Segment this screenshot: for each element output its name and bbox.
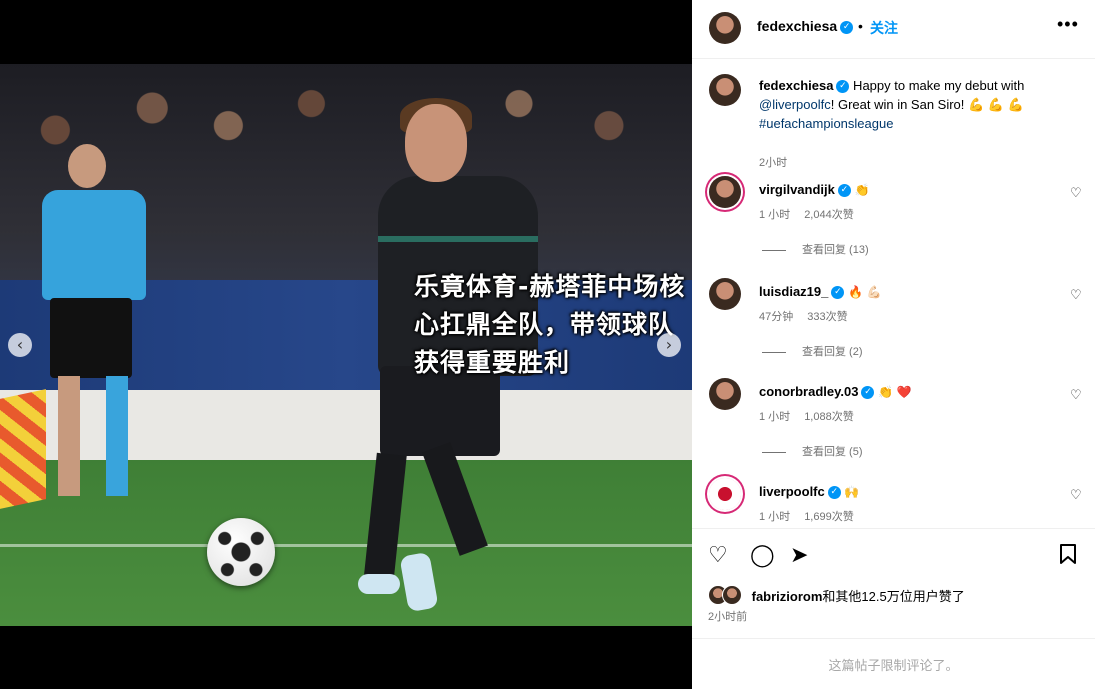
view-replies-label: 查看回复 (13) (802, 244, 869, 256)
comment-line: luisdiaz19_ ✓ 🔥 💪🏻 (759, 284, 882, 300)
caption-body-2: ! Great win in San Siro! 💪 💪 💪 (830, 97, 1024, 112)
like-icon[interactable]: ♡ (708, 543, 728, 568)
comment-meta: 1 小时 2,044次赞 (759, 206, 868, 222)
author-username-text: fedexchiesa (757, 18, 838, 34)
referee-figure (20, 144, 160, 524)
comment-likes[interactable]: 333次赞 (807, 311, 847, 323)
comment-like-icon[interactable]: ♡ (1070, 288, 1082, 303)
author-username[interactable]: fedexchiesa ✓ (757, 18, 854, 34)
post-header: fedexchiesa ✓ • 关注 ••• (692, 0, 1095, 59)
comment-line: liverpoolfc ✓ 🙌 (759, 484, 860, 500)
likes-summary[interactable]: fabriziorom和其他12.5万位用户赞了 (708, 585, 965, 605)
commenter-username[interactable]: virgilvandijk (759, 182, 835, 197)
media-panel: 乐竟体育-赫塔菲中场核心扛鼎全队，带领球队获得重要胜利 ‹ › (0, 0, 692, 689)
share-icon[interactable]: ➤ (790, 543, 808, 568)
comment-time: 1 小时 (759, 511, 791, 523)
side-panel: fedexchiesa ✓ • 关注 ••• fedexchiesa ✓ Happy… (692, 0, 1095, 689)
commenter-username[interactable]: conorbradley.03 (759, 384, 858, 399)
commenter-avatar[interactable] (709, 378, 741, 410)
likes-count-text: 和其他12.5万位用户赞了 (822, 588, 965, 604)
comments-list[interactable]: fedexchiesa ✓ Happy to make my debut with… (692, 58, 1095, 528)
comment-like-icon[interactable]: ♡ (1070, 388, 1082, 403)
comment-time: 1 小时 (759, 411, 791, 423)
verified-icon: ✓ (836, 80, 850, 94)
caption-time: 2小时 (759, 157, 788, 169)
comment-likes[interactable]: 1,699次赞 (804, 511, 854, 523)
mention-link[interactable]: @liverpoolfc (759, 97, 831, 112)
view-replies-button[interactable]: 查看回复 (5) (762, 443, 863, 459)
verified-icon: ✓ (831, 286, 845, 300)
comment-item: liverpoolfc ✓ 🙌 1 小时 1,699次赞 ♡ (709, 478, 1082, 528)
comment-text: 🔥 💪🏻 (848, 285, 882, 299)
caption-body-1: Happy to make my debut with (849, 78, 1025, 93)
verified-icon: ✓ (837, 184, 851, 198)
verified-icon: ✓ (861, 386, 875, 400)
caption-avatar[interactable] (709, 74, 741, 106)
follow-button[interactable]: 关注 (870, 18, 898, 38)
comment-item: conorbradley.03 ✓ 👏 ❤️ 1 小时 1,088次赞 查看回复 (… (709, 378, 1082, 464)
more-options-icon[interactable]: ••• (1057, 14, 1079, 35)
comment-meta: 1 小时 1,088次赞 (759, 408, 868, 424)
chevron-right-icon: › (665, 335, 673, 354)
comment-like-icon[interactable]: ♡ (1070, 488, 1082, 503)
comment-time: 1 小时 (759, 209, 791, 221)
commenter-avatar[interactable] (709, 278, 741, 310)
post-actions: ♡ ◯ ➤ fabriziorom和其他12.5万位用户赞了 2小时前 (692, 528, 1095, 639)
comment-icon[interactable]: ◯ (750, 543, 775, 568)
view-replies-button[interactable]: 查看回复 (2) (762, 343, 863, 359)
view-replies-label: 查看回复 (5) (802, 446, 863, 458)
comment-line: conorbradley.03 ✓ 👏 ❤️ (759, 384, 912, 400)
caption-username[interactable]: fedexchiesa (759, 78, 833, 93)
comment-like-icon[interactable]: ♡ (1070, 186, 1082, 201)
separator-dot: • (858, 18, 863, 34)
comment-meta: 1 小时 1,699次赞 (759, 508, 868, 524)
football (207, 518, 275, 586)
view-replies-button[interactable]: 查看回复 (13) (762, 241, 869, 257)
comment-line: virgilvandijk ✓ 👏 (759, 182, 870, 198)
carousel-next-button[interactable]: › (657, 333, 681, 357)
verified-icon: ✓ (827, 486, 841, 500)
post-time: 2小时前 (708, 611, 748, 623)
comment-text: 👏 (854, 183, 870, 197)
liker-username[interactable]: fabriziorom (752, 589, 823, 604)
comment-likes[interactable]: 2,044次赞 (804, 209, 854, 221)
commenter-username[interactable]: liverpoolfc (759, 484, 825, 499)
overlay-headline: 乐竟体育-赫塔菲中场核心扛鼎全队，带领球队获得重要胜利 (414, 272, 686, 377)
comment-time: 47分钟 (759, 311, 794, 323)
comment-meta: 47分钟 333次赞 (759, 308, 862, 324)
bookmark-icon[interactable] (1058, 543, 1078, 571)
carousel-prev-button[interactable]: ‹ (8, 333, 32, 357)
caption-text: fedexchiesa ✓ Happy to make my debut with… (759, 76, 1059, 133)
liker-avatar (722, 585, 742, 605)
commenter-avatar[interactable] (709, 478, 741, 510)
comment-text: 👏 ❤️ (878, 385, 912, 399)
commenter-username[interactable]: luisdiaz19_ (759, 284, 828, 299)
comment-likes[interactable]: 1,088次赞 (804, 411, 854, 423)
verified-icon: ✓ (840, 20, 854, 34)
view-replies-label: 查看回复 (2) (802, 346, 863, 358)
pitch-line (0, 544, 692, 547)
author-avatar[interactable] (709, 12, 741, 44)
comment-item: virgilvandijk ✓ 👏 1 小时 2,044次赞 查看回复 (13) ♡ (709, 176, 1082, 262)
comment-text: 🙌 (844, 485, 860, 499)
comment-item: luisdiaz19_ ✓ 🔥 💪🏻 47分钟 333次赞 查看回复 (2) ♡ (709, 278, 1082, 364)
hashtag-link[interactable]: #uefachampionsleague (759, 116, 893, 131)
commenter-avatar[interactable] (709, 176, 741, 208)
comments-limited-notice: 这篇帖子限制评论了。 (692, 638, 1095, 690)
chevron-left-icon: ‹ (16, 335, 24, 354)
